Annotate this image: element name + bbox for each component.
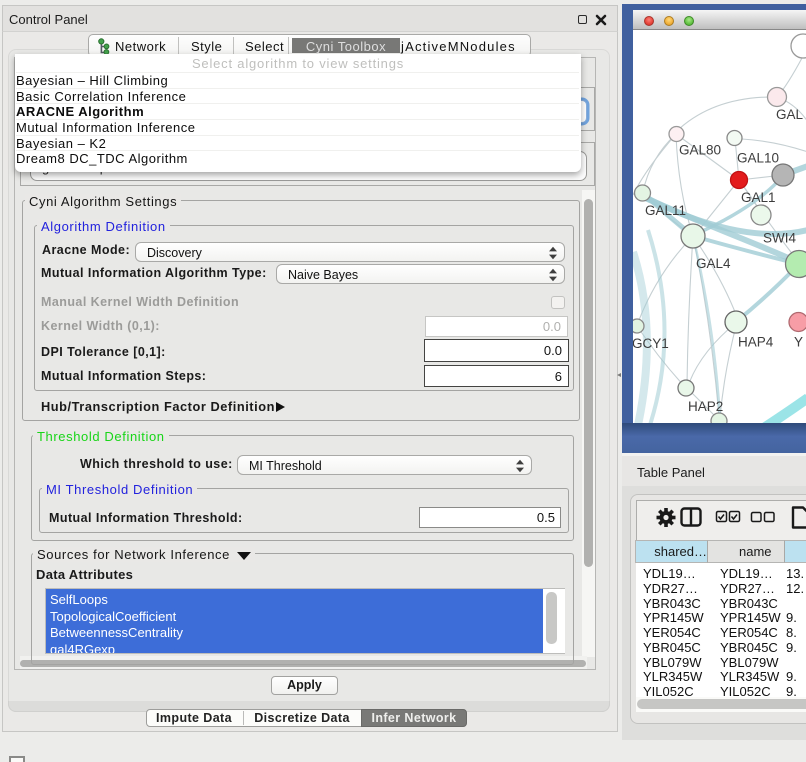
svg-text:GAL10: GAL10 (737, 151, 779, 166)
svg-text:HAP4: HAP4 (738, 335, 774, 350)
svg-text:GAL1: GAL1 (741, 190, 776, 205)
svg-text:GAL: GAL (776, 107, 804, 122)
svg-text:HAP2: HAP2 (688, 399, 723, 414)
svg-text:GAL4: GAL4 (696, 256, 731, 271)
svg-text:GCY1: GCY1 (633, 336, 669, 351)
svg-text:GAL11: GAL11 (645, 203, 686, 218)
svg-text:SWI4: SWI4 (763, 231, 796, 246)
svg-text:GAL80: GAL80 (679, 143, 721, 158)
svg-text:Y: Y (794, 335, 803, 350)
